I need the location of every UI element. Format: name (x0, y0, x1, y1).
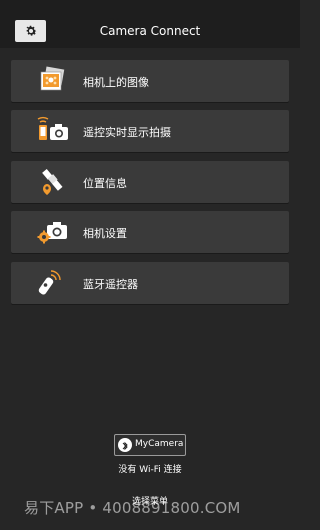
camera-gear-icon (33, 217, 71, 247)
watermark-text: 易下APP • 4008891800.COM (24, 499, 241, 517)
menu-label: 遥控实时显示拍摄 (83, 126, 171, 139)
menu-item-bluetooth-remote[interactable]: 蓝牙遥控器 (11, 262, 289, 304)
menu-label: 相机上的图像 (83, 76, 149, 89)
wifi-status-text: 没有 Wi-Fi 连接 (118, 465, 182, 475)
mycamera-label: MyCamera (135, 439, 184, 449)
menu-item-location-info[interactable]: 位置信息 (11, 161, 289, 203)
menu-label: 相机设置 (83, 227, 127, 240)
remote-camera-icon (33, 116, 71, 146)
menu-item-remote-live-view[interactable]: 遥控实时显示拍摄 (11, 110, 289, 152)
bluetooth-icon (118, 438, 132, 452)
menu-item-camera-settings[interactable]: 相机设置 (11, 211, 289, 253)
bluetooth-remote-icon (33, 268, 71, 298)
menu-item-camera-images[interactable]: 相机上的图像 (11, 60, 289, 102)
satellite-location-icon (33, 167, 71, 197)
menu-label: 蓝牙遥控器 (83, 278, 138, 291)
mycamera-button[interactable]: MyCamera (114, 434, 186, 456)
photos-icon (33, 66, 71, 96)
menu-label: 位置信息 (83, 177, 127, 190)
app-title: Camera Connect (99, 24, 201, 38)
app-header: Camera Connect (0, 0, 300, 48)
